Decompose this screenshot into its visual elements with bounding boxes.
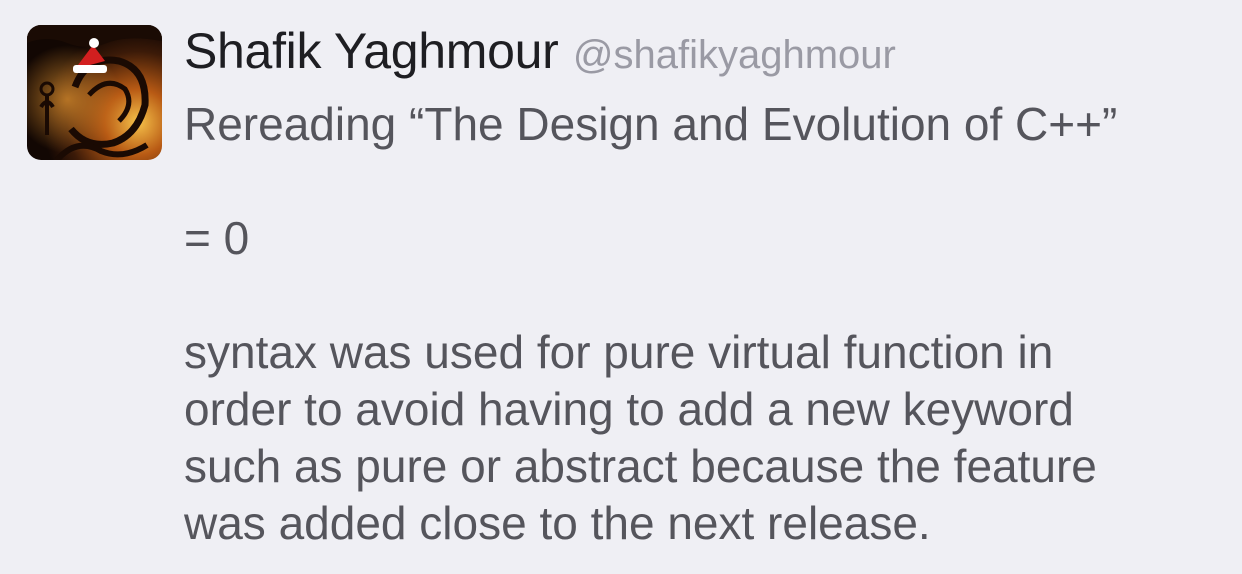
author-name[interactable]: Shafik Yaghmour	[184, 23, 559, 79]
tweet-line: such as pure or abstract because the fea…	[184, 440, 1097, 492]
avatar-image	[27, 25, 162, 160]
tweet-header: Shafik Yaghmour @shafikyaghmour	[184, 22, 896, 80]
author-handle[interactable]: @shafikyaghmour	[573, 33, 896, 77]
tweet-line: order to avoid having to add a new keywo…	[184, 383, 1074, 435]
tweet-line: syntax was used for pure virtual functio…	[184, 326, 1054, 378]
tweet-line: Rereading “The Design and Evolution of C…	[184, 98, 1118, 150]
tweet-body: Rereading “The Design and Evolution of C…	[184, 96, 1224, 552]
avatar[interactable]	[27, 25, 162, 160]
tweet-line: = 0	[184, 212, 250, 264]
tweet-line: was added close to the next release.	[184, 497, 931, 549]
